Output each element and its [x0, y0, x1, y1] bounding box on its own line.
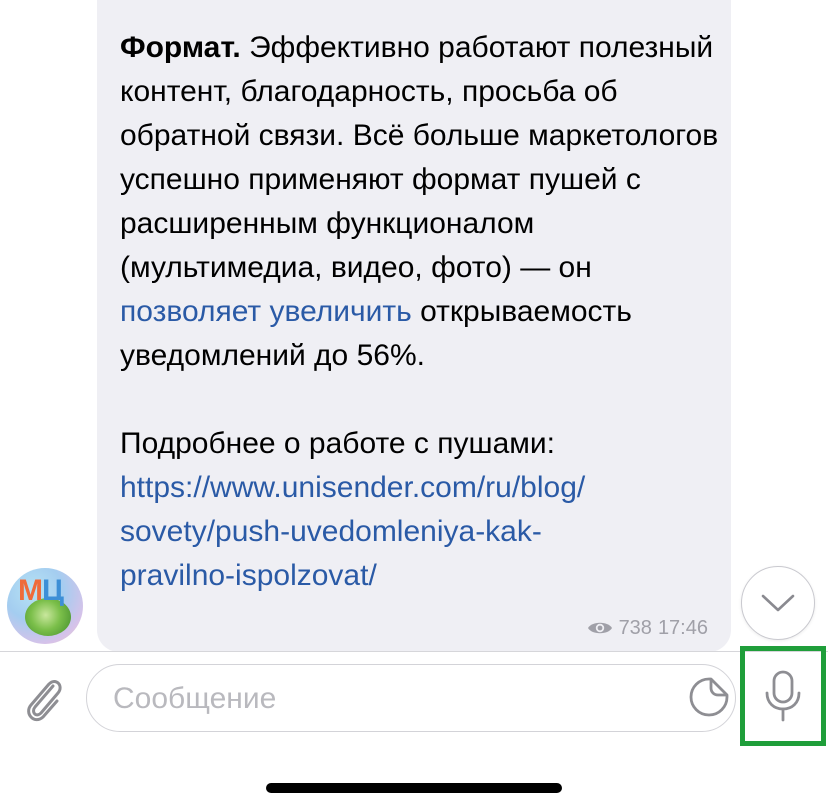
- eye-icon: [587, 622, 612, 634]
- channel-avatar[interactable]: МЦ: [7, 568, 83, 644]
- inline-link[interactable]: позволяет увеличить: [120, 295, 412, 328]
- avatar-initial-2: Ц: [42, 574, 64, 607]
- message-time: 17:46: [657, 616, 708, 639]
- url-link[interactable]: https://www.unisender.com/ru/blog/ sovet…: [120, 466, 720, 598]
- microphone-icon: [765, 670, 801, 722]
- message-body: Формат. Эффективно работают полезный кон…: [120, 26, 720, 378]
- avatar-initial-1: М: [18, 574, 43, 607]
- url-line-2: sovety/push-uvedomleniya-kak-: [120, 515, 542, 548]
- paperclip-icon: [27, 679, 62, 722]
- sticker-icon: [689, 677, 729, 717]
- message-field[interactable]: [86, 664, 736, 732]
- url-line-1: https://www.unisender.com/ru/blog/: [120, 471, 586, 504]
- url-line-3: pravilno-ispolzovat/: [120, 559, 377, 592]
- message-text-part-1: Эффективно работают полезный контент, бл…: [120, 31, 719, 284]
- more-label: Подробнее о работе с пушами:: [120, 427, 555, 460]
- message-text: Формат. Эффективно работают полезный кон…: [120, 26, 720, 598]
- message-input[interactable]: [111, 665, 675, 732]
- attach-button[interactable]: [20, 670, 68, 728]
- avatar-initials: МЦ: [18, 574, 64, 608]
- scroll-down-button[interactable]: [741, 566, 815, 640]
- view-count: 738: [618, 616, 652, 639]
- sticker-button[interactable]: [686, 674, 732, 720]
- home-indicator: [266, 783, 562, 793]
- message-bold-lead: Формат.: [120, 31, 241, 64]
- chevron-down-icon: [761, 594, 795, 612]
- message-meta: 738 17:46: [587, 614, 708, 642]
- voice-message-button[interactable]: [740, 646, 826, 746]
